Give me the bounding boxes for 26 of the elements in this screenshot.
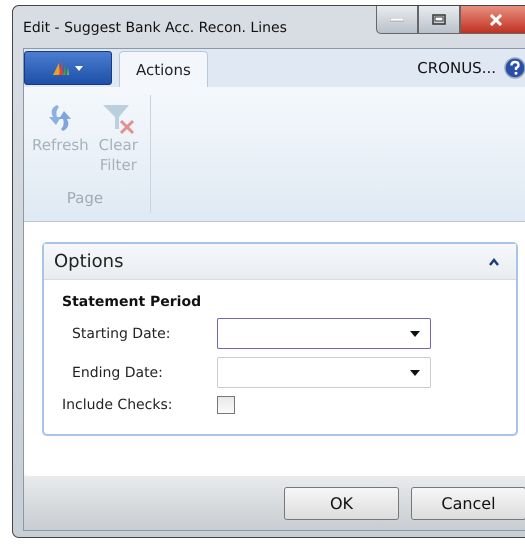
minimize-icon [390,18,404,22]
options-header[interactable]: Options [44,244,516,280]
collapse-icon [488,258,500,266]
minimize-button[interactable] [376,6,418,34]
company-name: CRONUS... [417,59,496,77]
dialog-button[interactable]: OK [284,486,399,520]
help-icon[interactable] [504,57,525,79]
window-title: Edit - Suggest Bank Acc. Recon. Lines [23,20,287,36]
dropdown-arrow-icon [410,370,420,376]
section-heading: Statement Period [62,294,202,310]
app-menu-button[interactable] [24,51,112,85]
date-field[interactable] [217,357,431,388]
close-button[interactable] [460,6,525,34]
close-icon [489,14,503,26]
checkbox[interactable] [217,396,235,414]
field-label: Starting Date: [71,326,172,342]
maximize-button[interactable] [418,6,460,34]
field-label: Include Checks: [62,397,174,413]
maximize-icon [432,14,446,25]
chart-logo-icon [51,59,85,77]
dropdown-arrow-icon [410,330,420,336]
ribbon-tab[interactable]: Actions [119,51,208,87]
dialog-button[interactable]: Cancel [411,486,525,520]
field-label: Ending Date: [71,364,164,380]
date-field[interactable] [217,318,431,349]
group-label: Page [66,189,104,207]
